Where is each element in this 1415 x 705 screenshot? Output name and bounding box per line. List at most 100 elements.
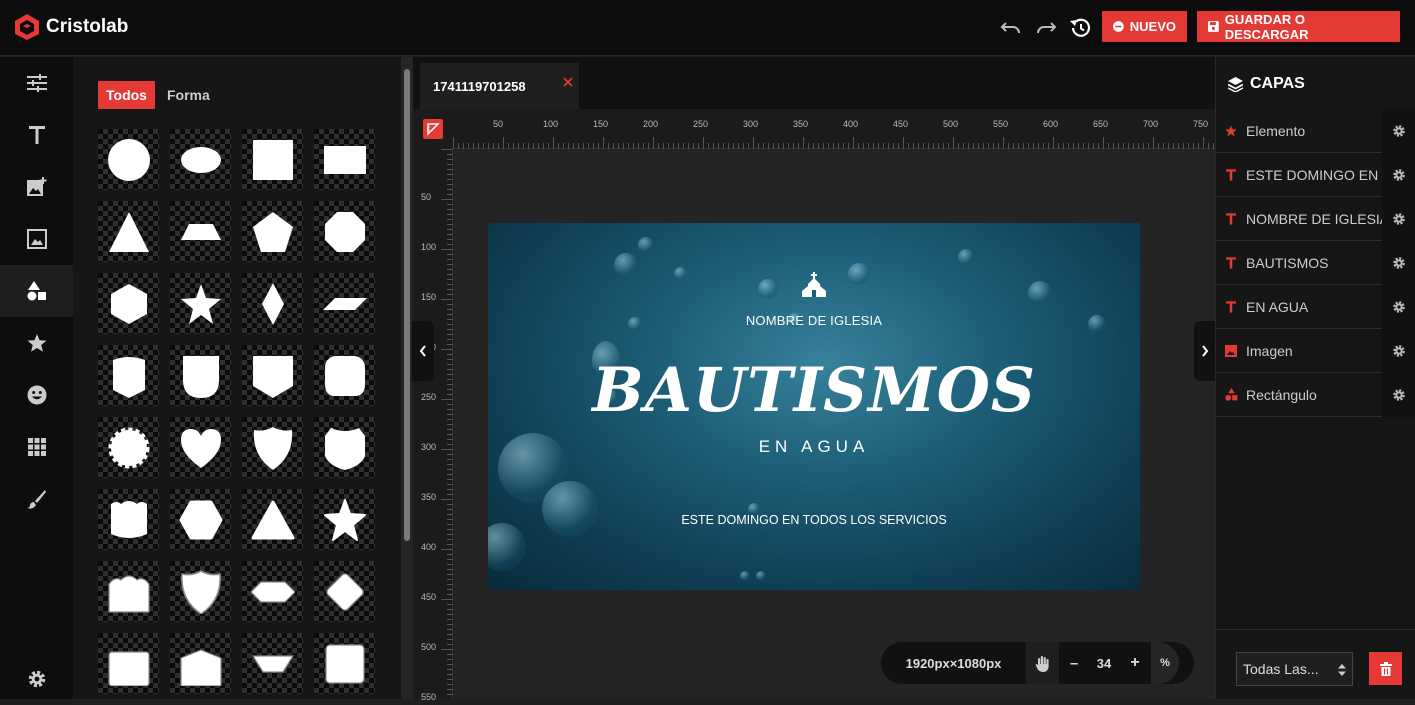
v-ruler-label: 100 bbox=[421, 242, 437, 252]
tool-settings[interactable] bbox=[0, 653, 73, 705]
layer-row[interactable]: Rectángulo bbox=[1216, 372, 1415, 417]
tab-forma[interactable]: Forma bbox=[159, 81, 218, 109]
document-tab[interactable]: 1741119701258 bbox=[420, 63, 579, 109]
delete-layer-button[interactable] bbox=[1369, 652, 1402, 685]
classic-shield-shape-tile[interactable] bbox=[242, 417, 303, 478]
gear-icon bbox=[1393, 168, 1405, 181]
collapse-left-panel-button[interactable] bbox=[412, 321, 434, 381]
star-shape-tile[interactable] bbox=[170, 273, 231, 334]
tool-image-frame[interactable] bbox=[0, 213, 73, 265]
diamond-shape-tile[interactable] bbox=[242, 273, 303, 334]
notched-shield-shape-tile[interactable] bbox=[98, 489, 159, 550]
save-icon bbox=[1208, 21, 1219, 32]
text-icon bbox=[1226, 300, 1236, 313]
undo-button[interactable] bbox=[997, 14, 1025, 42]
chevron-shield-shape-tile[interactable] bbox=[242, 345, 303, 406]
rounded-diamond-shape-tile[interactable] bbox=[314, 561, 375, 622]
layer-settings-button[interactable] bbox=[1382, 328, 1415, 373]
square-shape-tile[interactable] bbox=[242, 129, 303, 190]
down-trapezoid-shape-tile[interactable] bbox=[242, 633, 303, 694]
church-name-text[interactable]: NOMBRE DE IGLESIA bbox=[488, 313, 1140, 328]
tool-draw[interactable] bbox=[0, 473, 73, 525]
shapes-panel: Todos Forma bbox=[73, 57, 401, 699]
layer-filter-select[interactable]: Todas Las... bbox=[1236, 652, 1353, 686]
round-shield-shape-tile[interactable] bbox=[170, 345, 231, 406]
layer-settings-button[interactable] bbox=[1382, 152, 1415, 197]
layer-settings-button[interactable] bbox=[1382, 372, 1415, 417]
redo-button[interactable] bbox=[1032, 14, 1060, 42]
subline-text[interactable]: EN AGUA bbox=[488, 437, 1140, 457]
tool-shapes[interactable] bbox=[0, 265, 73, 317]
logo[interactable]: Cristolab bbox=[14, 13, 128, 41]
layer-settings-button[interactable] bbox=[1382, 240, 1415, 285]
hexagon-shape-tile[interactable] bbox=[98, 273, 159, 334]
gear-icon bbox=[1393, 124, 1405, 137]
history-button[interactable] bbox=[1066, 14, 1094, 42]
layer-label: Rectángulo bbox=[1246, 386, 1317, 403]
zoom-value[interactable]: 34 bbox=[1089, 656, 1119, 671]
bubble bbox=[848, 263, 870, 285]
layer-row[interactable]: BAUTISMOS bbox=[1216, 240, 1415, 285]
pentagon-shape-tile[interactable] bbox=[242, 201, 303, 262]
house-pentagon-shape-icon bbox=[179, 648, 222, 686]
headline-text[interactable]: BAUTISMOS bbox=[488, 355, 1140, 426]
parallelogram-shape-tile[interactable] bbox=[314, 273, 375, 334]
ellipse-shape-icon bbox=[180, 146, 221, 173]
scalloped-circle-shape-tile[interactable] bbox=[98, 417, 159, 478]
close-tab-button[interactable] bbox=[563, 77, 573, 87]
rounded-octagon-shape-tile[interactable] bbox=[314, 345, 375, 406]
outlined-hexagon-shape-tile[interactable] bbox=[242, 561, 303, 622]
guardar-button[interactable]: GUARDAR O DESCARGAR bbox=[1197, 11, 1400, 42]
layer-row[interactable]: Elemento bbox=[1216, 108, 1415, 153]
footer-text[interactable]: ESTE DOMINGO EN TODOS LOS SERVICIOS bbox=[488, 513, 1140, 527]
trapezoid-shape-tile[interactable] bbox=[170, 201, 231, 262]
tool-add-image[interactable] bbox=[0, 161, 73, 213]
triangle-shape-tile[interactable] bbox=[98, 201, 159, 262]
rounded-hexagon-shape-tile[interactable] bbox=[170, 489, 231, 550]
rounded-triangle-shape-tile[interactable] bbox=[242, 489, 303, 550]
church-icon bbox=[802, 272, 826, 297]
heart-shape-tile[interactable] bbox=[170, 417, 231, 478]
tool-grid[interactable] bbox=[0, 421, 73, 473]
tool-elements[interactable] bbox=[0, 317, 73, 369]
layer-settings-button[interactable] bbox=[1382, 196, 1415, 241]
layers-title: CAPAS bbox=[1250, 75, 1305, 92]
pan-tool-button[interactable] bbox=[1026, 642, 1059, 684]
layer-row[interactable]: NOMBRE DE IGLESIA bbox=[1216, 196, 1415, 241]
h-ruler-label: 350 bbox=[793, 119, 809, 129]
rectangle-shape-tile[interactable] bbox=[314, 129, 375, 190]
tab-todos[interactable]: Todos bbox=[98, 81, 155, 109]
bubble bbox=[674, 267, 687, 280]
ellipse-shape-tile[interactable] bbox=[170, 129, 231, 190]
layer-settings-button[interactable] bbox=[1382, 284, 1415, 329]
house-pentagon-shape-tile[interactable] bbox=[170, 633, 231, 694]
plain-rect-shape-tile[interactable] bbox=[98, 633, 159, 694]
layer-row[interactable]: Imagen bbox=[1216, 328, 1415, 373]
cube-logo-icon bbox=[15, 14, 39, 40]
design-canvas[interactable]: NOMBRE DE IGLESIA BAUTISMOS EN AGUA ESTE… bbox=[488, 223, 1140, 590]
layer-settings-button[interactable] bbox=[1382, 108, 1415, 153]
nuevo-button[interactable]: NUEVO bbox=[1102, 11, 1187, 42]
shapes-scroll-thumb[interactable] bbox=[404, 69, 410, 541]
zoom-out-button[interactable]: – bbox=[1059, 655, 1089, 672]
police-badge-shape-tile[interactable] bbox=[314, 417, 375, 478]
layer-row[interactable]: ESTE DOMINGO EN TODOS LOS SERVICIOS bbox=[1216, 152, 1415, 197]
tool-emoji[interactable] bbox=[0, 369, 73, 421]
rounded-star-shape-tile[interactable] bbox=[314, 489, 375, 550]
outlined-shield-shape-tile[interactable] bbox=[170, 561, 231, 622]
rounded-square-shape-tile[interactable] bbox=[314, 633, 375, 694]
layer-row[interactable]: EN AGUA bbox=[1216, 284, 1415, 329]
zoom-in-button[interactable]: + bbox=[1119, 654, 1151, 672]
tool-text[interactable] bbox=[0, 109, 73, 161]
tool-adjust[interactable] bbox=[0, 57, 73, 109]
circle-shape-tile[interactable] bbox=[98, 129, 159, 190]
bump-square-shape-tile[interactable] bbox=[98, 561, 159, 622]
octagon-shape-tile[interactable] bbox=[314, 201, 375, 262]
zoom-bar: 1920px×1080px – 34 + % bbox=[881, 642, 1194, 684]
pointed-badge-shape-tile[interactable] bbox=[98, 345, 159, 406]
collapse-right-panel-button[interactable] bbox=[1194, 321, 1216, 381]
ruler-toggle-button[interactable] bbox=[423, 119, 443, 139]
zoom-unit[interactable]: % bbox=[1151, 642, 1179, 684]
v-ruler-label: 550 bbox=[421, 692, 437, 702]
bubble bbox=[1028, 281, 1052, 305]
